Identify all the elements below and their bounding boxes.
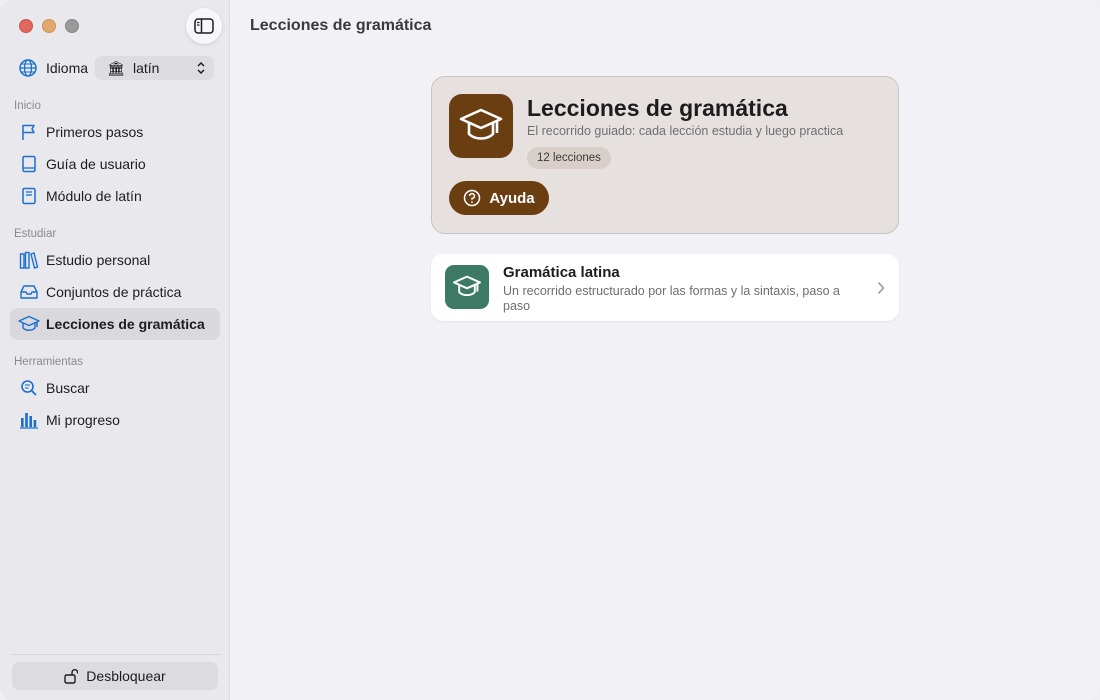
unlock-button[interactable]: Desbloquear — [12, 662, 218, 690]
sidebar-item-lecciones-de-gramatica[interactable]: Lecciones de gramática — [10, 308, 220, 340]
question-circle-icon — [464, 189, 481, 207]
sidebar-item-label: Conjuntos de práctica — [46, 284, 182, 300]
unlock-label: Desbloquear — [86, 668, 166, 684]
sidebar-item-estudio-personal[interactable]: Estudio personal — [10, 244, 220, 276]
graduation-cap-icon — [449, 94, 513, 158]
graduation-cap-icon — [18, 313, 40, 335]
page-title: Lecciones de gramática — [250, 17, 432, 34]
temple-icon: 🏛 — [107, 59, 125, 76]
sidebar-item-mi-progreso[interactable]: Mi progreso — [10, 404, 220, 436]
sidebar-item-buscar[interactable]: Buscar — [10, 372, 220, 404]
flag-icon — [18, 121, 40, 143]
search-icon — [18, 377, 40, 399]
globe-icon — [19, 59, 37, 77]
graduation-cap-icon — [445, 265, 489, 309]
sidebar-toggle-button[interactable] — [186, 8, 222, 44]
sidebar-item-label: Módulo de latín — [46, 188, 142, 204]
sidebar-item-label: Estudio personal — [46, 252, 151, 268]
hero-title: Lecciones de gramática — [527, 95, 788, 121]
language-label: Idioma — [46, 60, 89, 76]
book-icon — [18, 153, 40, 175]
help-button[interactable]: Ayuda — [449, 181, 549, 215]
sidebar-item-label: Guía de usuario — [46, 156, 146, 172]
section-title-estudiar: Estudiar — [14, 228, 57, 240]
bar-chart-icon — [18, 409, 40, 431]
language-select[interactable]: 🏛 latín — [95, 56, 214, 80]
course-card[interactable]: Gramática latina Un recorrido estructura… — [431, 254, 899, 321]
course-title: Gramática latina — [503, 264, 620, 281]
books-icon — [18, 249, 40, 271]
sidebar-toggle-icon — [194, 18, 214, 34]
course-description: Un recorrido estructurado por las formas… — [503, 284, 840, 313]
help-label: Ayuda — [489, 189, 535, 207]
chevron-up-down-icon — [197, 61, 205, 75]
sidebar-item-modulo-de-latin[interactable]: Módulo de latín — [10, 180, 220, 212]
sidebar-item-label: Primeros pasos — [46, 124, 144, 140]
sidebar-item-conjuntos-de-practica[interactable]: Conjuntos de práctica — [10, 276, 220, 308]
sidebar-item-label: Mi progreso — [46, 412, 120, 428]
window-controls — [19, 19, 79, 33]
maximize-window-button[interactable] — [65, 19, 79, 33]
section-title-inicio: Inicio — [14, 100, 41, 112]
tray-icon — [18, 281, 40, 303]
hero-subtitle: El recorrido guiado: cada lección estudi… — [527, 124, 844, 138]
lesson-count-badge: 12 lecciones — [527, 147, 611, 169]
close-window-button[interactable] — [19, 19, 33, 33]
section-title-herramientas: Herramientas — [14, 356, 84, 368]
unlock-icon — [64, 669, 79, 684]
sidebar: Idioma 🏛 latín Inicio Primeros pasos Guí — [0, 0, 230, 700]
sidebar-item-guia-de-usuario[interactable]: Guía de usuario — [10, 148, 220, 180]
language-value: latín — [133, 60, 160, 76]
notebook-icon — [18, 185, 40, 207]
sidebar-divider — [10, 654, 220, 655]
app-window: Idioma 🏛 latín Inicio Primeros pasos Guí — [0, 0, 1100, 700]
sidebar-item-label: Lecciones de gramática — [46, 316, 205, 332]
language-row: Idioma 🏛 latín — [18, 56, 214, 80]
hero-card: Lecciones de gramática El recorrido guia… — [431, 76, 899, 234]
chevron-right-icon — [877, 281, 885, 295]
sidebar-item-primeros-pasos[interactable]: Primeros pasos — [10, 116, 220, 148]
minimize-window-button[interactable] — [42, 19, 56, 33]
sidebar-item-label: Buscar — [46, 380, 90, 396]
